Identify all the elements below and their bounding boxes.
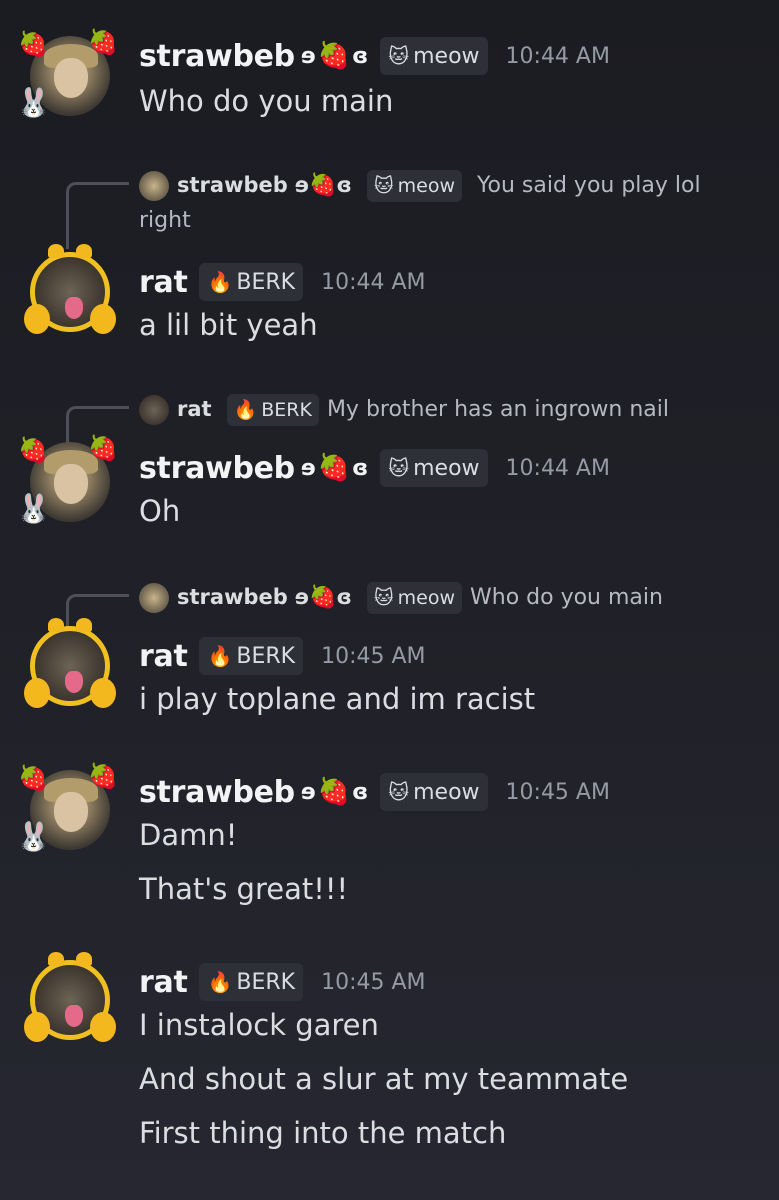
server-tag-label: BERK — [236, 269, 296, 295]
timestamp: 10:44 AM — [505, 43, 610, 69]
strawbeb-avatar[interactable]: 🍓 🍓 🐰 — [16, 434, 118, 525]
reply-username[interactable]: rat — [177, 397, 212, 421]
cat-icon: 🐱 — [388, 456, 410, 480]
server-tag-label: meow — [413, 779, 480, 805]
reply-server-tag-label: BERK — [261, 398, 312, 421]
flame-icon: 🔥 — [207, 644, 233, 668]
rat-avatar[interactable] — [24, 244, 116, 334]
reply-text-continued: right — [139, 208, 191, 233]
name-decoration-right: ɞ — [336, 585, 352, 609]
server-tag[interactable]: 🐱 meow — [380, 37, 488, 75]
server-tag-label: BERK — [236, 643, 296, 669]
username[interactable]: rat — [139, 265, 188, 300]
server-tag[interactable]: 🔥 BERK — [199, 637, 304, 675]
message-text: That's great!!! — [139, 872, 349, 906]
reply-preview[interactable]: strawbeb ɘ🍓ɞ 🐱 meow Who do you main — [139, 580, 739, 615]
name-decoration-left: ɘ — [294, 173, 310, 197]
name-decoration-right: ɞ — [352, 43, 369, 69]
strawbeb-mini-avatar — [139, 583, 169, 613]
server-tag[interactable]: 🔥 BERK — [199, 963, 304, 1001]
server-tag[interactable]: 🐱 meow — [380, 449, 488, 487]
cat-icon: 🐱 — [388, 780, 410, 804]
reply-server-tag: 🐱 meow — [366, 170, 462, 202]
flame-icon: 🔥 — [207, 270, 233, 294]
name-decoration-left: ɘ — [300, 455, 316, 481]
name-decoration-left: ɘ — [300, 43, 316, 69]
reply-server-tag: 🐱 meow — [366, 582, 462, 614]
rat-mini-avatar — [139, 395, 169, 425]
strawbeb-avatar[interactable]: 🍓 🍓 🐰 — [16, 28, 118, 119]
username[interactable]: strawbeb — [139, 451, 295, 486]
reply-preview[interactable]: strawbeb ɘ🍓ɞ 🐱 meow You said you play lol… — [139, 168, 739, 238]
reply-server-tag-label: meow — [397, 174, 455, 197]
cat-icon: 🐱 — [388, 44, 410, 68]
server-tag-label: meow — [413, 43, 480, 69]
flame-icon: 🔥 — [233, 398, 258, 421]
message-text: Who do you main — [139, 84, 394, 118]
timestamp: 10:44 AM — [505, 455, 610, 481]
strawberry-icon: 🍓 — [309, 173, 337, 198]
message-text: Oh — [139, 494, 181, 528]
rat-avatar[interactable] — [24, 618, 116, 708]
message-text: First thing into the match — [139, 1116, 507, 1150]
message-text: I instalock garen — [139, 1008, 379, 1042]
cat-icon: 🐱 — [373, 586, 394, 609]
timestamp: 10:45 AM — [321, 643, 426, 669]
reply-spine — [66, 182, 129, 249]
server-tag[interactable]: 🐱 meow — [380, 773, 488, 811]
reply-text: You said you play lol — [477, 173, 701, 198]
message-text: a lil bit yeah — [139, 308, 318, 342]
timestamp: 10:45 AM — [321, 969, 426, 995]
cat-icon: 🐱 — [373, 174, 394, 197]
flame-icon: 🔥 — [207, 970, 233, 994]
message-text: i play toplane and im racist — [139, 682, 536, 716]
server-tag-label: meow — [413, 455, 480, 481]
timestamp: 10:45 AM — [505, 779, 610, 805]
timestamp: 10:44 AM — [321, 269, 426, 295]
reply-username[interactable]: strawbeb — [177, 585, 288, 609]
strawberry-icon: 🍓 — [317, 41, 351, 71]
rat-avatar[interactable] — [24, 952, 116, 1042]
strawberry-icon: 🍓 — [317, 453, 351, 483]
message-text: And shout a slur at my teammate — [139, 1062, 629, 1096]
username[interactable]: rat — [139, 639, 188, 674]
name-decoration-right: ɞ — [336, 173, 352, 197]
reply-server-tag: 🔥 BERK — [226, 394, 319, 426]
server-tag[interactable]: 🔥 BERK — [199, 263, 304, 301]
strawbeb-mini-avatar — [139, 171, 169, 201]
name-decoration-left: ɘ — [300, 779, 316, 805]
strawberry-icon: 🍓 — [317, 777, 351, 807]
name-decoration-left: ɘ — [294, 585, 310, 609]
strawberry-icon: 🍓 — [309, 585, 337, 610]
name-decoration-right: ɞ — [352, 779, 369, 805]
name-decoration-right: ɞ — [352, 455, 369, 481]
username[interactable]: strawbeb — [139, 775, 295, 810]
username[interactable]: strawbeb — [139, 39, 295, 74]
reply-server-tag-label: meow — [397, 586, 455, 609]
reply-text: Who do you main — [470, 585, 663, 610]
reply-preview[interactable]: rat 🔥 BERK My brother has an ingrown nail — [139, 392, 739, 427]
server-tag-label: BERK — [236, 969, 296, 995]
reply-username[interactable]: strawbeb — [177, 173, 288, 197]
message-text: Damn! — [139, 818, 238, 852]
reply-text: My brother has an ingrown nail — [326, 397, 669, 422]
strawbeb-avatar[interactable]: 🍓 🍓 🐰 — [16, 762, 118, 853]
username[interactable]: rat — [139, 965, 188, 1000]
